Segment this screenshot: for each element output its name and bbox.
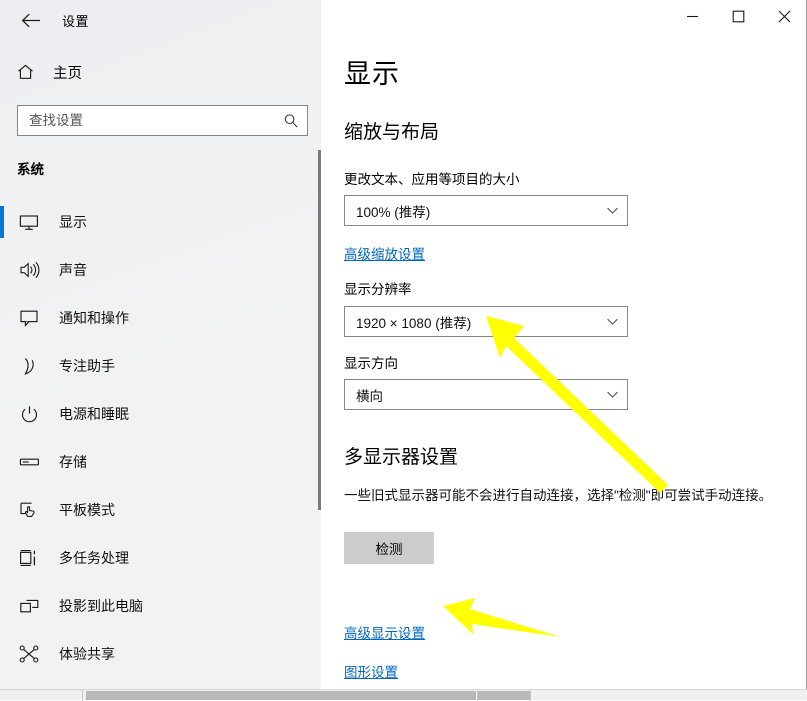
multitask-icon — [16, 549, 42, 567]
sidebar-home-label: 主页 — [53, 62, 82, 83]
multi-display-description: 一些旧式显示器可能不会进行自动连接，选择"检测"即可尝试手动连接。 — [344, 485, 792, 507]
window-titlebar: 设置 — [0, 0, 321, 40]
main-content: 显示 缩放与布局 更改文本、应用等项目的大小 100% (推荐) 高级缩放设置 … — [322, 0, 807, 689]
monitor-icon — [16, 214, 42, 231]
moon-icon — [16, 357, 42, 376]
orientation-dropdown-value: 横向 — [356, 385, 606, 405]
scale-dropdown-value: 100% (推荐) — [356, 201, 606, 221]
page-title: 显示 — [344, 52, 400, 91]
settings-window-screenshot: 设置 主页 系 — [0, 0, 807, 700]
resolution-dropdown[interactable]: 1920 × 1080 (推荐) — [344, 306, 628, 337]
sidebar-item-sound[interactable]: 声音 — [0, 246, 321, 294]
sidebar-item-multitasking[interactable]: 多任务处理 — [0, 534, 321, 582]
sidebar-item-display[interactable]: 显示 — [0, 198, 321, 246]
multi-display-heading: 多显示器设置 — [344, 442, 458, 469]
tablet-icon — [16, 501, 42, 519]
project-icon — [16, 598, 42, 615]
sidebar-item-label: 声音 — [59, 260, 87, 280]
sidebar-item-label: 多任务处理 — [59, 548, 129, 568]
close-icon[interactable] — [761, 0, 807, 32]
sidebar-item-label: 体验共享 — [59, 644, 115, 664]
search-box[interactable] — [17, 105, 308, 136]
sidebar: 设置 主页 系 — [0, 0, 321, 689]
advanced-scaling-settings-link[interactable]: 高级缩放设置 — [344, 243, 425, 263]
chevron-down-icon — [606, 388, 619, 401]
chevron-down-icon — [606, 315, 619, 328]
selection-indicator — [0, 206, 4, 238]
minimize-icon[interactable] — [669, 0, 715, 32]
scale-layout-heading: 缩放与布局 — [344, 117, 439, 144]
horizontal-scrollbar-thumb — [86, 691, 476, 700]
scale-dropdown[interactable]: 100% (推荐) — [344, 195, 628, 226]
sidebar-nav-list: 显示 声音 — [0, 198, 321, 678]
search-icon — [283, 113, 299, 129]
app-title: 设置 — [62, 11, 89, 30]
sidebar-item-label: 电源和睡眠 — [59, 404, 129, 424]
sidebar-section-heading: 系统 — [17, 158, 44, 178]
sidebar-item-label: 投影到此电脑 — [59, 596, 143, 616]
window-controls — [669, 0, 807, 32]
notification-icon — [16, 309, 42, 327]
sidebar-item-focus-assist[interactable]: 专注助手 — [0, 342, 321, 390]
sidebar-item-project-to-pc[interactable]: 投影到此电脑 — [0, 582, 321, 630]
settings-window: 设置 主页 系 — [0, 0, 807, 690]
orientation-field-label: 显示方向 — [344, 352, 398, 372]
sidebar-item-tablet-mode[interactable]: 平板模式 — [0, 486, 321, 534]
storage-icon — [16, 456, 42, 468]
sidebar-item-storage[interactable]: 存储 — [0, 438, 321, 486]
share-icon — [16, 645, 42, 663]
power-icon — [16, 405, 42, 424]
sidebar-item-shared-experiences[interactable]: 体验共享 — [0, 630, 321, 678]
detect-button[interactable]: 检测 — [344, 532, 434, 564]
sidebar-item-label: 专注助手 — [59, 356, 115, 376]
home-icon — [14, 64, 36, 80]
search-input[interactable] — [29, 113, 283, 128]
resolution-field-label: 显示分辨率 — [344, 278, 412, 298]
sidebar-item-label: 平板模式 — [59, 500, 115, 520]
graphics-settings-link[interactable]: 图形设置 — [344, 661, 398, 681]
sidebar-item-label: 显示 — [59, 212, 87, 232]
horizontal-scrollbar[interactable] — [0, 689, 807, 700]
back-arrow-icon[interactable] — [8, 4, 54, 36]
advanced-display-settings-link[interactable]: 高级显示设置 — [344, 622, 425, 642]
scale-field-label: 更改文本、应用等项目的大小 — [344, 168, 520, 188]
maximize-icon[interactable] — [715, 0, 761, 32]
sidebar-scrollbar[interactable] — [318, 150, 321, 510]
sidebar-item-label: 通知和操作 — [59, 308, 129, 328]
sidebar-item-home[interactable]: 主页 — [14, 57, 304, 87]
sidebar-item-label: 存储 — [59, 452, 87, 472]
speaker-icon — [16, 261, 42, 279]
horizontal-scrollbar-thumb-grip — [478, 691, 530, 700]
orientation-dropdown[interactable]: 横向 — [344, 379, 628, 410]
chevron-down-icon — [606, 204, 619, 217]
sidebar-item-power-sleep[interactable]: 电源和睡眠 — [0, 390, 321, 438]
resolution-dropdown-value: 1920 × 1080 (推荐) — [356, 312, 606, 332]
sidebar-item-notifications[interactable]: 通知和操作 — [0, 294, 321, 342]
